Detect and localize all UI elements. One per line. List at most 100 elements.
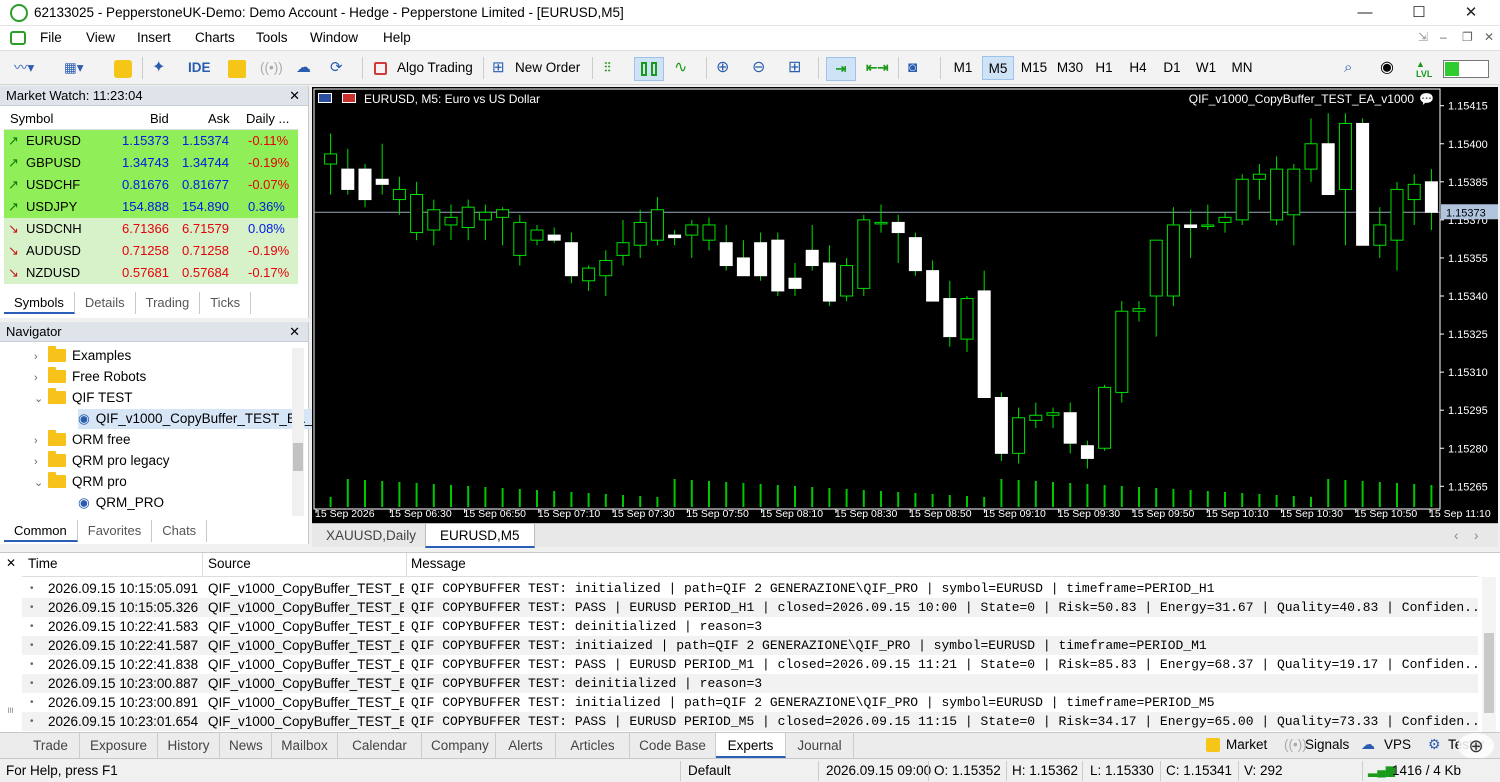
- log-row[interactable]: • 2026.09.15 10:23:00.887 QIF_v1000_CopyBu…: [22, 674, 1478, 693]
- toolbox-tab-mailbox[interactable]: Mailbox: [272, 733, 338, 758]
- close-icon[interactable]: ✕: [289, 86, 300, 106]
- column-bid[interactable]: Bid: [150, 108, 169, 130]
- toolbox-tab-experts[interactable]: Experts: [716, 733, 786, 758]
- toolbox-tab-history[interactable]: History: [158, 733, 220, 758]
- vps-tab[interactable]: VPS: [1384, 737, 1411, 752]
- scroll-right-icon[interactable]: ›: [1470, 524, 1483, 548]
- expert-advisor-label[interactable]: QIF_v1000_CopyBuffer_TEST_EA_v1000: [1189, 92, 1414, 106]
- menu-charts[interactable]: Charts: [195, 30, 235, 45]
- column-source[interactable]: Source: [208, 556, 251, 576]
- minimize-button[interactable]: —: [1342, 0, 1388, 26]
- templates-icon[interactable]: ▦▾: [64, 56, 84, 80]
- signals-tab[interactable]: Signals: [1305, 737, 1349, 752]
- toolbox-tab-company[interactable]: Company: [422, 733, 496, 758]
- toolbox-tab-code-base[interactable]: Code Base: [630, 733, 716, 758]
- log-row[interactable]: • 2026.09.15 10:15:05.091 QIF_v1000_CopyBu…: [22, 579, 1478, 598]
- log-row[interactable]: • 2026.09.15 10:23:01.654 QIF_v1000_CopyBu…: [22, 712, 1478, 731]
- timeframe-w1[interactable]: W1: [1190, 56, 1222, 80]
- chart-shift-icon[interactable]: ⇤⇥: [866, 56, 889, 80]
- timeframe-mn[interactable]: MN: [1225, 56, 1259, 80]
- log-row[interactable]: • 2026.09.15 10:22:41.838 QIF_v1000_CopyBu…: [22, 655, 1478, 674]
- chart-tab-xauusd[interactable]: XAUUSD,Daily: [312, 524, 430, 548]
- navigator-item[interactable]: › QRM pro legacy: [34, 451, 170, 471]
- toolbox-tab-news[interactable]: News: [220, 733, 272, 758]
- close-icon[interactable]: ✕: [289, 322, 300, 342]
- bar-chart-icon[interactable]: ⫶⫶: [604, 56, 611, 80]
- mdi-close-icon[interactable]: ✕: [1484, 30, 1494, 44]
- chart-window[interactable]: 1.15415 1.15400 1.15385 1.15370 1.15355 1.153…: [312, 87, 1499, 523]
- toolbox-tab-articles[interactable]: Articles: [556, 733, 630, 758]
- account-icon[interactable]: ◉: [1380, 56, 1394, 80]
- navigator-item[interactable]: › Free Robots: [34, 367, 146, 387]
- log-row[interactable]: • 2026.09.15 10:22:41.583 QIF_v1000_CopyBu…: [22, 617, 1478, 636]
- menu-file[interactable]: File: [40, 30, 62, 45]
- toolbox-scrollbar[interactable]: [1482, 577, 1496, 733]
- column-daily-change[interactable]: Daily ...: [246, 108, 289, 130]
- expand-chevron-right-icon[interactable]: ›: [34, 452, 48, 472]
- tab-trading[interactable]: Trading: [136, 292, 201, 314]
- market-watch-row[interactable]: ↗ EURUSD 1.15373 1.15374 -0.11%: [4, 130, 298, 152]
- new-order-button[interactable]: New Order: [515, 56, 580, 80]
- column-symbol[interactable]: Symbol: [10, 108, 53, 130]
- navigator-item[interactable]: › Examples: [34, 346, 131, 366]
- column-time[interactable]: Time: [28, 556, 58, 576]
- market-bag-icon[interactable]: [228, 60, 246, 78]
- search-icon[interactable]: ⌕: [1344, 56, 1352, 80]
- close-icon[interactable]: ✕: [6, 556, 16, 570]
- chart-type-icon[interactable]: 〰▾: [14, 56, 34, 80]
- level-icon[interactable]: ▲ LVL: [1416, 59, 1432, 79]
- menu-tools[interactable]: Tools: [256, 30, 288, 45]
- mdi-restore-icon[interactable]: ❐: [1462, 30, 1473, 44]
- navigator-item[interactable]: ◉ QRM_PRO: [78, 493, 164, 513]
- navigator-item[interactable]: › ORM free: [34, 430, 131, 450]
- market-watch-row[interactable]: ↘ USDCNH 6.71366 6.71579 0.08%: [4, 218, 298, 240]
- timeframe-m30[interactable]: M30: [1053, 56, 1087, 80]
- candlestick-chart-icon[interactable]: [634, 57, 664, 81]
- expand-chevron-down-icon[interactable]: ⌄: [34, 389, 48, 409]
- menu-insert[interactable]: Insert: [137, 30, 171, 45]
- timeframe-d1[interactable]: D1: [1156, 56, 1188, 80]
- toolbox-tab-calendar[interactable]: Calendar: [338, 733, 422, 758]
- signals-radio-icon[interactable]: ((•)): [260, 56, 283, 80]
- ide-button[interactable]: IDE: [188, 56, 211, 80]
- profiles-icon[interactable]: [114, 60, 132, 78]
- menu-view[interactable]: View: [86, 30, 115, 45]
- vps-cloud-icon[interactable]: ☁: [296, 56, 311, 80]
- column-ask[interactable]: Ask: [208, 108, 230, 130]
- navigator-toggle-icon[interactable]: ✦: [152, 56, 165, 80]
- timeframe-m1[interactable]: M1: [947, 56, 979, 80]
- tab-symbols[interactable]: Symbols: [4, 292, 75, 314]
- scroll-left-icon[interactable]: ‹: [1450, 524, 1463, 548]
- log-row[interactable]: • 2026.09.15 10:23:00.891 QIF_v1000_CopyBu…: [22, 693, 1478, 712]
- expand-chevron-right-icon[interactable]: ›: [34, 368, 48, 388]
- tab-common[interactable]: Common: [4, 520, 78, 542]
- navigator-item[interactable]: ⌄ QIF TEST: [34, 388, 133, 408]
- market-tab[interactable]: Market: [1226, 737, 1267, 752]
- log-row[interactable]: • 2026.09.15 10:15:05.326 QIF_v1000_CopyBu…: [22, 598, 1478, 617]
- market-watch-row[interactable]: ↗ USDJPY 154.888 154.890 0.36%: [4, 196, 298, 218]
- navigator-item[interactable]: ⌄ QRM pro: [34, 472, 127, 492]
- line-chart-icon[interactable]: ∿: [674, 56, 687, 80]
- tile-windows-icon[interactable]: ⊞: [788, 56, 801, 80]
- ea-chat-icon[interactable]: 💬: [1419, 92, 1434, 106]
- expand-chevron-right-icon[interactable]: ›: [34, 347, 48, 367]
- close-window-button[interactable]: ✕: [1448, 0, 1494, 26]
- expand-chevron-down-icon[interactable]: ⌄: [34, 473, 48, 493]
- timeframe-h4[interactable]: H4: [1122, 56, 1154, 80]
- timeframe-h1[interactable]: H1: [1088, 56, 1120, 80]
- zoom-out-icon[interactable]: ⊖: [752, 56, 765, 80]
- refresh-icon[interactable]: ⟳: [330, 56, 343, 80]
- restore-mdi-icon[interactable]: ⇲: [1418, 30, 1428, 44]
- tab-ticks[interactable]: Ticks: [200, 292, 252, 314]
- market-watch-row[interactable]: ↘ NZDUSD 0.57681 0.57684 -0.17%: [4, 262, 298, 284]
- toolbox-tab-alerts[interactable]: Alerts: [496, 733, 556, 758]
- status-profile[interactable]: Default: [688, 763, 731, 778]
- market-watch-row[interactable]: ↗ USDCHF 0.81676 0.81677 -0.07%: [4, 174, 298, 196]
- mdi-minimize-icon[interactable]: –: [1440, 30, 1447, 44]
- tab-details[interactable]: Details: [75, 292, 136, 314]
- algo-trading-button[interactable]: Algo Trading: [397, 56, 473, 80]
- chart-tab-eurusd[interactable]: EURUSD,M5: [425, 524, 535, 548]
- zoom-in-icon[interactable]: ⊕: [716, 56, 729, 80]
- zoom-magnifier-icon[interactable]: ⊕: [1458, 733, 1494, 759]
- toolbox-tab-exposure[interactable]: Exposure: [80, 733, 158, 758]
